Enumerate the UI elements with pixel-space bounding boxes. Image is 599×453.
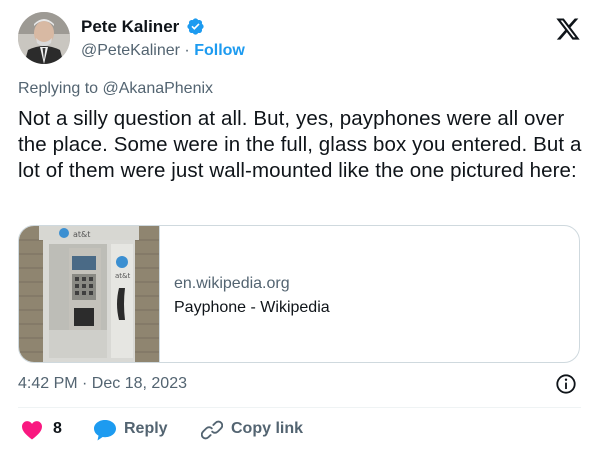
card-title[interactable]: Payphone - Wikipedia [174, 299, 330, 317]
tweet-text: Not a silly question at all. But, yes, p… [18, 107, 582, 182]
reply-bubble-icon [94, 420, 116, 441]
author-handle[interactable]: @PeteKaliner [81, 42, 180, 59]
card-thumbnail: at&t at&t [19, 226, 160, 362]
link-preview-card[interactable]: at&t at&t en.wikipedia.org Payphone - Wi… [18, 225, 580, 363]
brand-text-side: at&t [115, 272, 130, 280]
replying-to-line: Replying to @AkanaPhenix [18, 80, 213, 98]
follow-button[interactable]: Follow [194, 42, 245, 59]
heart-icon [22, 421, 42, 440]
handle-line: @PeteKaliner · Follow [81, 42, 245, 60]
tweet-timestamp[interactable]: 4:42 PM · Dec 18, 2023 [18, 375, 187, 393]
copy-link-label: Copy link [231, 420, 304, 437]
brand-text-top: at&t [73, 230, 90, 239]
reply-label: Reply [124, 420, 168, 437]
reply-button[interactable]: Reply [93, 416, 193, 444]
payphone-image: at&t at&t [19, 226, 159, 362]
info-icon[interactable] [555, 373, 577, 395]
action-bar: 8 Reply Copy link [18, 416, 581, 444]
reply-mention-link[interactable]: @AkanaPhenix [103, 80, 214, 97]
verified-badge-icon [187, 18, 204, 35]
tweet-embed: Pete Kaliner @PeteKaliner · Follow Reply… [0, 0, 599, 453]
replying-prefix: Replying to [18, 80, 99, 97]
tweet-header: Pete Kaliner @PeteKaliner · Follow [18, 12, 583, 68]
divider [18, 407, 581, 408]
copy-link-button[interactable]: Copy link [201, 416, 331, 444]
handle-separator: · [184, 42, 190, 59]
like-count: 8 [53, 420, 62, 437]
card-domain: en.wikipedia.org [174, 275, 290, 292]
x-logo-icon[interactable] [555, 16, 581, 42]
like-button[interactable]: 8 [18, 416, 78, 444]
link-icon [201, 420, 223, 440]
avatar[interactable] [18, 12, 70, 64]
author-name[interactable]: Pete Kaliner [81, 17, 179, 37]
avatar-image [18, 12, 70, 64]
